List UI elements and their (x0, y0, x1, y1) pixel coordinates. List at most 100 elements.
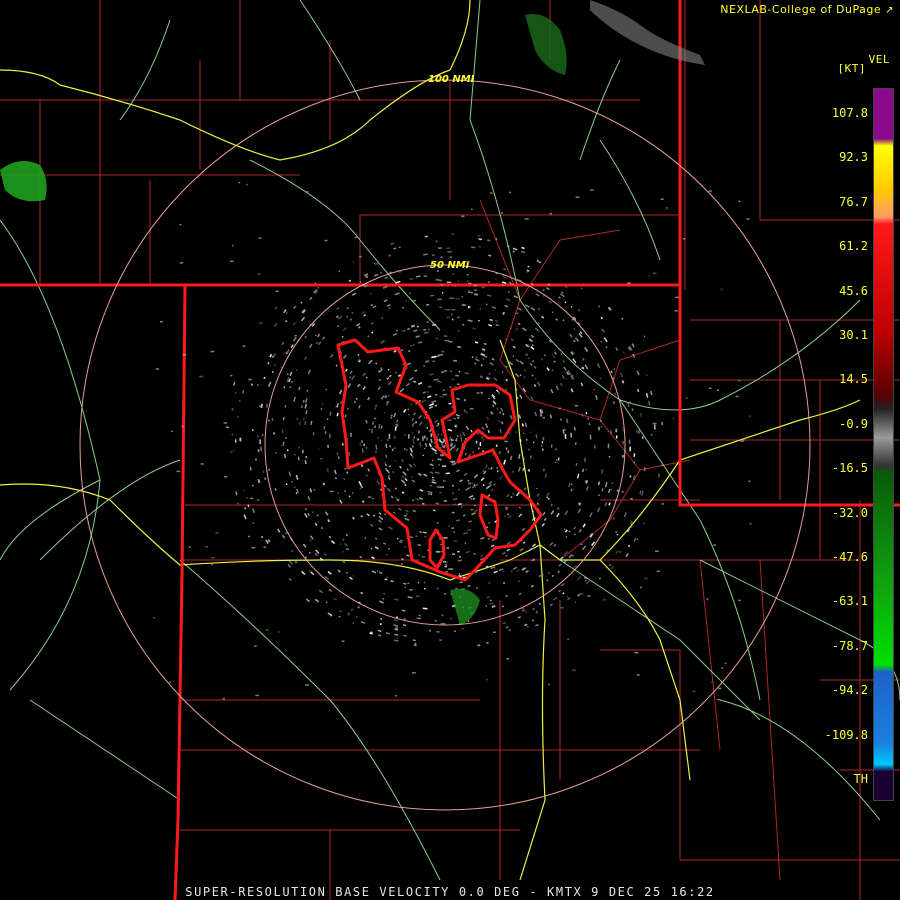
radar-echo-pixel (629, 475, 632, 478)
radar-echo-pixel (435, 337, 439, 340)
radar-echo-pixel (424, 581, 426, 584)
radar-echo-pixel (268, 419, 270, 422)
radar-map: 50 NMI 100 NMI (0, 0, 900, 900)
radar-echo-pixel (179, 262, 183, 264)
radar-echo-pixel (593, 445, 596, 449)
radar-echo-pixel (708, 190, 712, 192)
radar-echo-pixel (481, 436, 484, 439)
radar-echo-pixel (713, 544, 716, 546)
radar-echo-pixel (457, 280, 460, 283)
radar-echo-pixel (665, 207, 668, 209)
radar-echo-pixel (660, 198, 664, 200)
radar-echo-pixel (706, 598, 709, 600)
radar-echo-pixel (294, 453, 296, 456)
radar-echo-pixel (624, 447, 627, 453)
radar-echo-pixel (572, 669, 576, 671)
radar-echo-pixel (231, 433, 234, 436)
radar-echo-pixel (558, 407, 562, 410)
radar-echo-pixel (431, 254, 435, 256)
radar-echo-pixel (445, 564, 447, 566)
radar-echo-pixel (598, 305, 600, 308)
radar-echo-pixel (248, 378, 252, 381)
colorbar-tick: 92.3 (839, 150, 868, 165)
radar-echo-pixel (414, 642, 417, 645)
radar-echo-pixel (413, 436, 416, 439)
radar-echo-pixel (674, 310, 678, 312)
radar-echo-pixel (506, 245, 510, 248)
radar-echo-pixel (457, 550, 460, 553)
radar-echo-pixel (554, 448, 557, 451)
radar-echo-pixel (435, 279, 440, 281)
radar-echo-pixel (393, 436, 396, 439)
radar-echo-pixel (459, 573, 461, 575)
radar-echo-pixel (443, 500, 448, 502)
radar-echo-pixel (597, 426, 600, 431)
radar-echo-pixel (387, 439, 389, 441)
radar-echo-pixel (443, 537, 448, 539)
radar-echo-pixel (414, 672, 416, 674)
radar-echo-pixel (258, 237, 262, 239)
radar-echo-pixel (155, 368, 160, 370)
radar-echo-pixel (442, 446, 445, 449)
radar-echo-pixel (650, 433, 653, 436)
radar-echo-pixel (468, 282, 472, 285)
radar-echo-pixel (527, 626, 529, 628)
radar-echo-pixel (584, 577, 588, 579)
radar-echo-pixel (265, 629, 269, 631)
radar-echo-pixel (636, 674, 640, 676)
radar-echo-pixel (285, 437, 287, 439)
radar-echo-pixel (352, 492, 354, 494)
radar-echo-pixel (305, 455, 308, 459)
radar-echo-pixel (411, 431, 414, 434)
radar-echo-pixel (607, 443, 610, 449)
radar-echo-pixel (749, 415, 751, 417)
radar-echo-pixel (294, 561, 298, 563)
radar-echo-pixel (436, 270, 439, 272)
radar-echo-pixel (416, 437, 418, 440)
radar-echo-pixel (541, 448, 544, 451)
radar-echo-pixel (672, 417, 674, 420)
radar-echo-pixel (282, 441, 285, 446)
colorbar-tick: -32.0 (831, 505, 868, 520)
radar-echo-pixel (505, 447, 508, 451)
radar-echo-pixel (721, 667, 724, 669)
radar-echo-pixel (341, 640, 345, 642)
radar-echo-pixel (363, 443, 365, 447)
credit-label[interactable]: NEXLAB-College of DuPage ↗ (720, 3, 894, 16)
radar-echo-pixel (378, 379, 381, 381)
radar-echo-pixel (418, 614, 421, 617)
radar-echo-pixel (482, 439, 485, 442)
radar-echo-pixel (449, 439, 451, 441)
radar-echo-pixel (424, 235, 428, 238)
radar-echo-pixel (436, 587, 439, 590)
radar-echo-pixel (259, 322, 263, 324)
radar-echo-pixel (440, 283, 444, 286)
radar-echo-pixel (440, 371, 444, 374)
radar-echo-pixel (449, 370, 453, 372)
radar-echo-pixel (437, 298, 443, 301)
radar-echo-pixel (229, 260, 234, 263)
radar-echo-pixel (306, 191, 309, 193)
radar-echo-pixel (281, 429, 284, 434)
radar-echo-pixel (443, 335, 448, 337)
radar-echo-pixel (259, 439, 261, 445)
radar-echo-pixel (588, 423, 591, 426)
radar-echo-pixel (575, 196, 580, 198)
radar-echo-pixel (403, 434, 406, 436)
radar-echo-pixel (737, 379, 742, 382)
radar-echo-pixel (644, 335, 646, 338)
radar-echo-pixel (361, 440, 363, 444)
radar-echo-pixel (324, 239, 328, 242)
radar-echo-pixel (607, 430, 610, 433)
radar-echo-pixel (358, 384, 361, 386)
radar-echo-pixel (294, 334, 297, 337)
radar-echo-pixel (615, 531, 618, 533)
radar-echo-pixel (735, 395, 739, 398)
radar-echo-pixel (452, 492, 454, 494)
radar-echo-pixel (504, 440, 508, 443)
radar-echo-pixel (633, 453, 636, 457)
radar-echo-pixel (367, 496, 372, 498)
radar-echo-pixel (341, 443, 344, 446)
colorbar-tick: 30.1 (839, 328, 868, 342)
radar-echo-pixel (368, 428, 371, 431)
